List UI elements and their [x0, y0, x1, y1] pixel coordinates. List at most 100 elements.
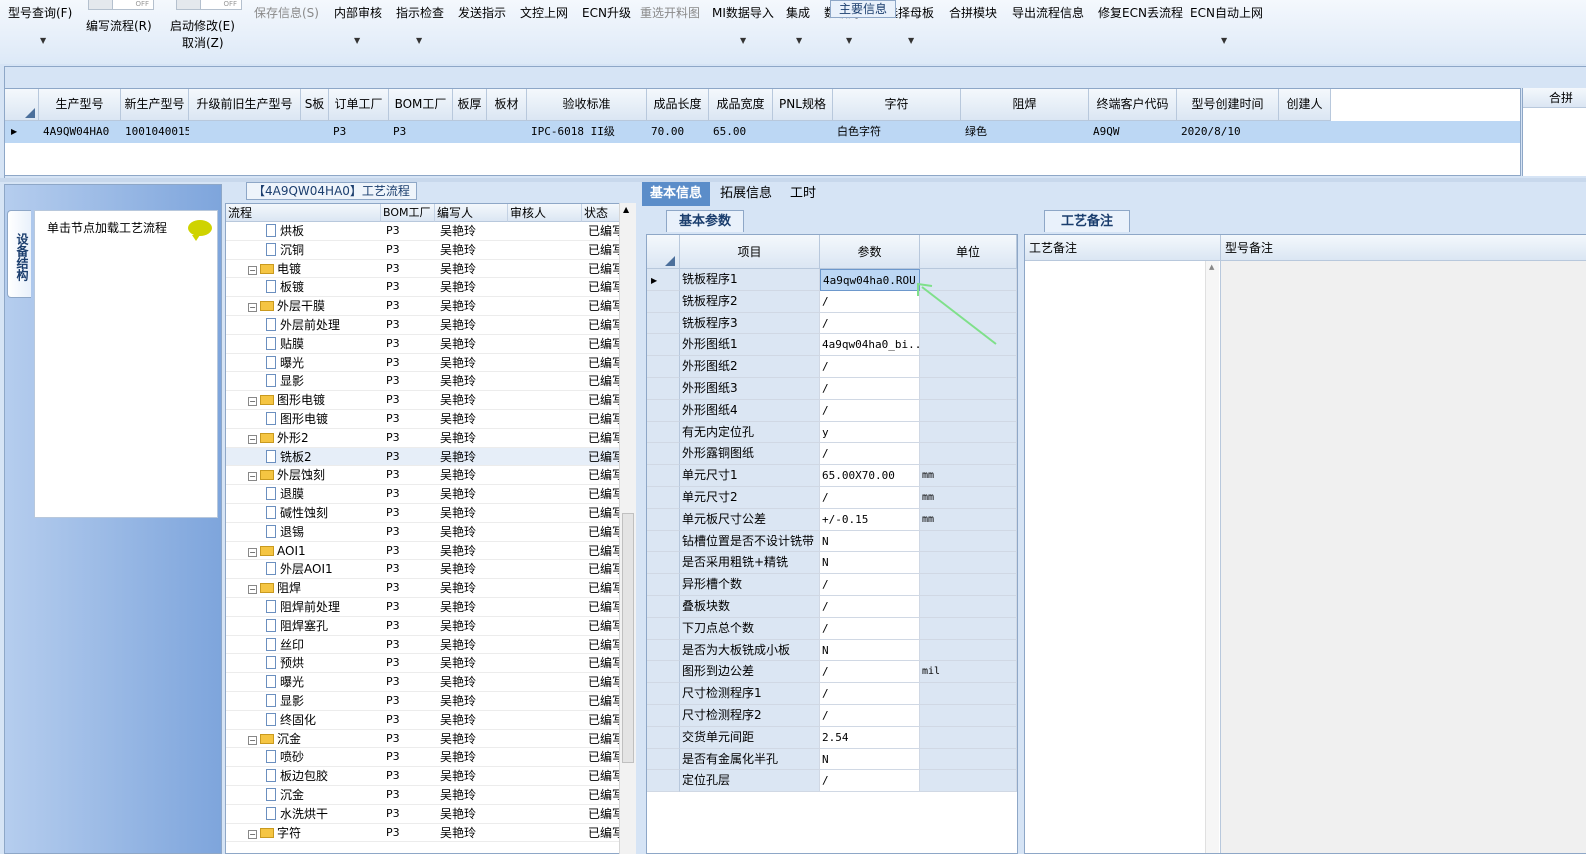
row-header[interactable]: [647, 356, 680, 378]
ecn-auto-online-button[interactable]: ECN自动上网: [1190, 4, 1263, 21]
grid-corner[interactable]: [5, 89, 39, 121]
tree-node[interactable]: 显影: [266, 372, 304, 390]
param-cell[interactable]: /: [820, 356, 920, 378]
item-cell[interactable]: 外形露铜图纸: [680, 443, 820, 466]
integrate-button[interactable]: 集成: [786, 4, 810, 21]
tree-node[interactable]: 终固化: [266, 711, 316, 729]
table-row[interactable]: 外形露铜图纸 /: [647, 443, 1017, 466]
tab-basic-info[interactable]: 基本信息: [642, 182, 711, 206]
item-cell[interactable]: 铣板程序1: [680, 269, 820, 291]
tree-row[interactable]: 显影 P3 吴艳玲 已编写: [226, 692, 621, 711]
collapse-icon[interactable]: −: [248, 434, 257, 444]
model-note-textarea[interactable]: [1221, 261, 1586, 853]
column-header[interactable]: 验收标准: [527, 89, 647, 121]
column-header[interactable]: BOM工厂: [389, 89, 453, 121]
unit-cell[interactable]: [920, 705, 1017, 727]
row-header[interactable]: [647, 770, 680, 793]
grid-cell[interactable]: IPC-6018 II级: [527, 121, 647, 143]
table-row[interactable]: 下刀点总个数 /: [647, 617, 1017, 640]
chevron-down-icon[interactable]: ▼: [908, 36, 914, 45]
tree-row[interactable]: 退膜 P3 吴艳玲 已编写: [226, 485, 621, 504]
table-row[interactable]: 尺寸检测程序1/: [647, 683, 1017, 705]
param-cell[interactable]: N: [820, 748, 920, 771]
tree-row[interactable]: 曝光 P3 吴艳玲 已编写: [226, 673, 621, 692]
param-cell[interactable]: /: [820, 617, 920, 640]
row-header[interactable]: [647, 378, 680, 400]
row-header[interactable]: [647, 421, 680, 444]
enable-edit-toggle[interactable]: OFF: [176, 0, 242, 10]
row-header[interactable]: [647, 487, 680, 509]
item-cell[interactable]: 交货单元间距: [680, 726, 820, 749]
table-row[interactable]: 图形到边公差 / mil: [647, 661, 1017, 684]
note-scrollbar[interactable]: ▲: [1205, 261, 1219, 853]
row-header[interactable]: [647, 312, 680, 335]
tree-row[interactable]: 丝印 P3 吴艳玲 已编写: [226, 636, 621, 655]
chevron-down-icon[interactable]: ▼: [1221, 36, 1227, 45]
tree-node[interactable]: 外层AOI1: [266, 560, 333, 578]
grid-cell[interactable]: 绿色: [961, 121, 1089, 143]
grid-cell[interactable]: 10010400157551: [121, 121, 189, 143]
tree-row[interactable]: 烘板 P3 吴艳玲 已编写: [226, 222, 621, 241]
table-row[interactable]: 是否有金属化半孔 N: [647, 748, 1017, 771]
tree-row[interactable]: 预烘 P3 吴艳玲 已编写: [226, 654, 621, 674]
grid-cell[interactable]: [487, 121, 527, 143]
row-header[interactable]: [647, 705, 680, 727]
tree-row[interactable]: 板边包胶 P3 吴艳玲 已编写: [226, 767, 621, 786]
param-cell[interactable]: /: [820, 378, 920, 400]
tree-node[interactable]: 板边包胶: [266, 767, 328, 785]
tree-node[interactable]: − 外形2: [248, 429, 309, 447]
tree-node[interactable]: − 外层干膜: [248, 297, 325, 315]
tree-row[interactable]: − 沉金 P3 吴艳玲 已编写: [226, 730, 621, 749]
param-cell[interactable]: N: [820, 552, 920, 575]
model-query-button[interactable]: 型号查询(F): [8, 4, 72, 21]
tree-node[interactable]: 退锡: [266, 523, 304, 541]
param-cell[interactable]: /: [820, 290, 920, 313]
param-cell[interactable]: /: [820, 596, 920, 618]
item-cell[interactable]: 尺寸检测程序2: [680, 705, 820, 727]
grid-cell[interactable]: 65.00: [709, 121, 773, 143]
internal-review-button[interactable]: 内部审核: [334, 4, 382, 21]
tree-row[interactable]: − 字符 P3 吴艳玲 已编写: [226, 824, 621, 843]
table-row[interactable]: 尺寸检测程序2/: [647, 705, 1017, 727]
chevron-down-icon[interactable]: ▼: [416, 36, 422, 45]
table-row[interactable]: 有无内定位孔 y: [647, 421, 1017, 444]
param-cell[interactable]: /: [820, 705, 920, 727]
column-header[interactable]: 成品宽度: [709, 89, 773, 121]
item-cell[interactable]: 外形图纸2: [680, 356, 820, 378]
tree-row[interactable]: 显影 P3 吴艳玲 已编写: [226, 372, 621, 392]
row-header[interactable]: [647, 290, 680, 313]
table-row[interactable]: 叠板块数 /: [647, 596, 1017, 618]
row-header[interactable]: [647, 748, 680, 771]
tree-node[interactable]: 阻焊塞孔: [266, 617, 328, 635]
param-cell[interactable]: 4a9qw04ha0.ROU: [820, 269, 920, 291]
column-header[interactable]: 阻焊: [961, 89, 1089, 121]
tree-row[interactable]: 阻焊前处理 P3 吴艳玲 已编写: [226, 598, 621, 617]
grid-cell[interactable]: 4A9QW04HA0: [39, 121, 121, 143]
item-cell[interactable]: 是否有金属化半孔: [680, 748, 820, 771]
tree-row[interactable]: − 外层干膜 P3 吴艳玲 已编写: [226, 297, 621, 316]
item-cell[interactable]: 单元板尺寸公差: [680, 508, 820, 531]
tree-node[interactable]: 图形电镀: [266, 410, 328, 428]
unit-cell[interactable]: [920, 530, 1017, 553]
row-header[interactable]: [647, 596, 680, 618]
table-row[interactable]: 外形图纸2/: [647, 356, 1017, 378]
grid-cell[interactable]: P3: [389, 121, 453, 143]
grid-cell[interactable]: 70.00: [647, 121, 709, 143]
param-cell[interactable]: y: [820, 421, 920, 444]
collapse-icon[interactable]: −: [248, 829, 257, 839]
process-scrollbar[interactable]: ▲: [619, 203, 636, 854]
tree-node[interactable]: 曝光: [266, 673, 304, 691]
item-cell[interactable]: 铣板程序2: [680, 290, 820, 313]
item-cell[interactable]: 是否采用粗铣+精铣: [680, 552, 820, 575]
tree-node[interactable]: − 沉金: [248, 730, 301, 748]
tree-row[interactable]: − AOI1 P3 吴艳玲 已编写: [226, 542, 621, 561]
column-header-item[interactable]: 项目: [680, 235, 820, 269]
unit-cell[interactable]: [920, 443, 1017, 466]
column-header[interactable]: 终端客户代码: [1089, 89, 1177, 121]
column-header[interactable]: 升级前旧生产型号: [189, 89, 301, 121]
param-cell[interactable]: /: [820, 443, 920, 466]
param-cell[interactable]: /: [820, 312, 920, 335]
row-header[interactable]: [647, 443, 680, 466]
chevron-down-icon[interactable]: ▼: [740, 36, 746, 45]
grid-cell[interactable]: A9QW: [1089, 121, 1177, 143]
